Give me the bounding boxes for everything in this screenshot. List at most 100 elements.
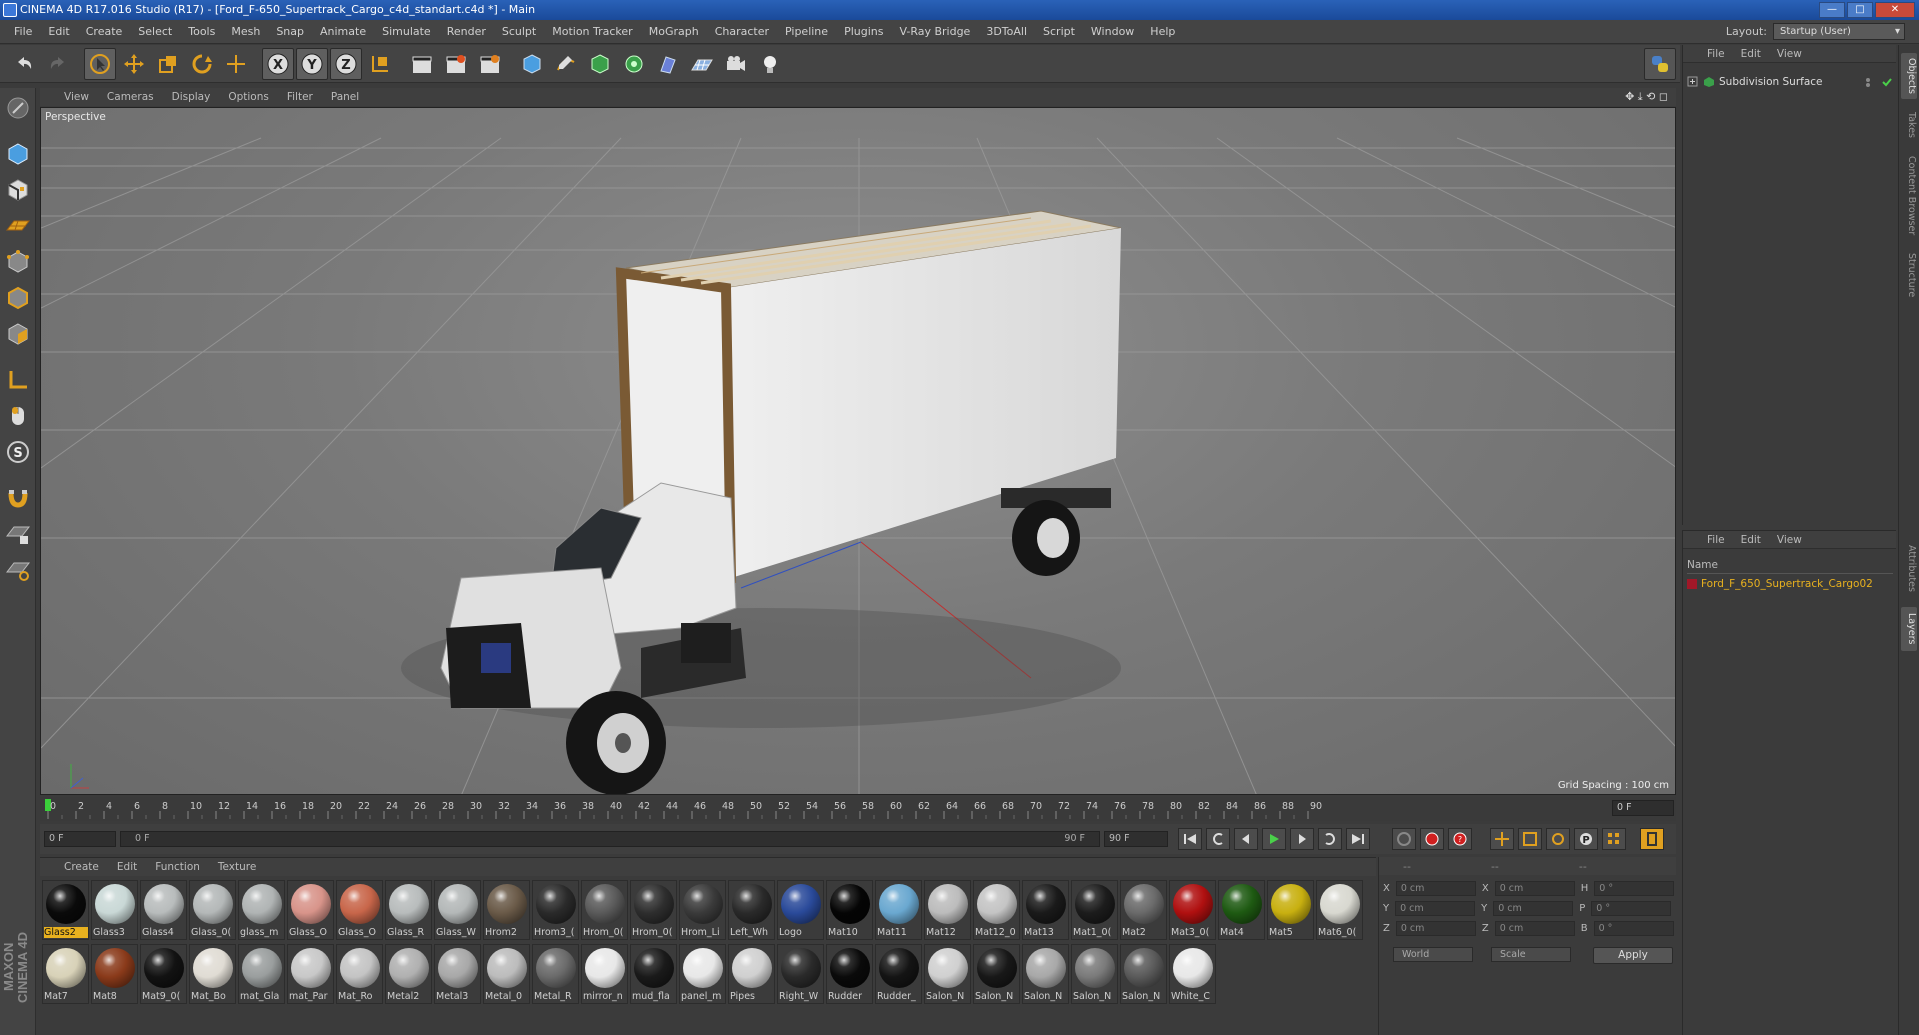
menu-simulate[interactable]: Simulate (374, 25, 439, 38)
menu-vray-bridge[interactable]: V-Ray Bridge (891, 25, 978, 38)
camera-button[interactable] (720, 48, 752, 80)
material-swatch[interactable]: Metal_R (532, 944, 579, 1004)
timeline-ruler[interactable]: 0 2 4 6 8 10 12 14 16 18 20 22 24 26 28 30 32 34 36 38 40 42 4… (40, 797, 1676, 821)
move-tool-button[interactable] (118, 48, 150, 80)
menu-create[interactable]: Create (78, 25, 131, 38)
material-swatch[interactable]: Mat13 (1022, 880, 1069, 940)
material-swatch[interactable]: Mat6_0( (1316, 880, 1363, 940)
cube-button[interactable] (516, 48, 548, 80)
scale-tool-button[interactable] (152, 48, 184, 80)
material-menu-function[interactable]: Function (155, 861, 200, 873)
material-swatch[interactable]: Mat_Bo (189, 944, 236, 1004)
material-swatch[interactable]: glass_m (238, 880, 285, 940)
material-swatch[interactable]: Mat11 (875, 880, 922, 940)
layout-select[interactable]: Startup (User) (1773, 23, 1905, 40)
material-swatch[interactable]: Rudder (826, 944, 873, 1004)
menu-motion-tracker[interactable]: Motion Tracker (544, 25, 640, 38)
workplane-mode-button[interactable] (2, 210, 34, 242)
material-swatch[interactable]: Mat7 (42, 944, 89, 1004)
tab-attributes[interactable]: Attributes (1901, 535, 1917, 601)
material-swatch[interactable]: Hrom2 (483, 880, 530, 940)
expand-icon[interactable] (1687, 76, 1699, 88)
menu-mesh[interactable]: Mesh (223, 25, 268, 38)
object-menu-view[interactable]: View (1777, 48, 1802, 60)
maximize-button[interactable]: □ (1847, 2, 1873, 18)
material-swatch[interactable]: Glass_O (336, 880, 383, 940)
material-swatch[interactable]: White_C (1169, 944, 1216, 1004)
material-swatch[interactable]: Hrom_Li (679, 880, 726, 940)
world-select[interactable]: World (1393, 947, 1473, 962)
play-button[interactable] (1262, 828, 1286, 850)
layer-menu-file[interactable]: File (1707, 534, 1725, 546)
layer-menu-view[interactable]: View (1777, 534, 1802, 546)
menu-render[interactable]: Render (439, 25, 494, 38)
position-x-field[interactable]: 0 cm (1395, 881, 1476, 896)
material-swatch[interactable]: Rudder_ (875, 944, 922, 1004)
pen-spline-button[interactable] (550, 48, 582, 80)
next-frame-button[interactable] (1290, 828, 1314, 850)
material-swatch[interactable]: Left_Wh (728, 880, 775, 940)
menu-file[interactable]: File (6, 25, 40, 38)
material-swatch[interactable]: Glass4 (140, 880, 187, 940)
polygons-mode-button[interactable] (2, 318, 34, 350)
menu-mograph[interactable]: MoGraph (641, 25, 707, 38)
redo-button[interactable] (42, 48, 74, 80)
material-swatch[interactable]: mud_fla (630, 944, 677, 1004)
material-swatch[interactable]: Glass_R (385, 880, 432, 940)
go-to-end-button[interactable] (1346, 828, 1370, 850)
material-swatch[interactable]: mirror_n (581, 944, 628, 1004)
material-swatch[interactable]: Mat1_0( (1071, 880, 1118, 940)
planar-workplane-button[interactable] (2, 554, 34, 586)
material-menu-edit[interactable]: Edit (117, 861, 137, 873)
material-swatch[interactable]: Glass_0( (189, 880, 236, 940)
menu-tools[interactable]: Tools (180, 25, 223, 38)
material-swatch[interactable]: Mat_Ro (336, 944, 383, 1004)
material-swatch[interactable]: Glass2 (42, 880, 89, 940)
snap-mode-button[interactable]: S (2, 436, 34, 468)
menu-snap[interactable]: Snap (268, 25, 312, 38)
key-param-button[interactable]: P (1574, 828, 1598, 850)
menu-plugins[interactable]: Plugins (836, 25, 891, 38)
size-z-field[interactable]: 0 cm (1494, 921, 1575, 936)
material-swatch[interactable]: Logo (777, 880, 824, 940)
last-tool-button[interactable] (220, 48, 252, 80)
material-menu-texture[interactable]: Texture (218, 861, 256, 873)
close-button[interactable]: ✕ (1875, 2, 1915, 18)
menu-select[interactable]: Select (130, 25, 180, 38)
tweak-mode-button[interactable] (2, 400, 34, 432)
layer-row[interactable]: Ford_F_650_Supertrack_Cargo02 (1687, 576, 1895, 592)
material-swatch[interactable]: Salon_N (1022, 944, 1069, 1004)
previous-key-button[interactable] (1206, 828, 1230, 850)
material-swatch[interactable]: Salon_N (924, 944, 971, 1004)
render-view-button[interactable] (406, 48, 438, 80)
3d-viewport[interactable]: Perspective Grid Spacing : 100 cm (40, 107, 1676, 795)
viewport-menu-display[interactable]: Display (172, 91, 211, 103)
lock-workplane-button[interactable] (2, 518, 34, 550)
magnet-button[interactable] (2, 482, 34, 514)
render-settings-button[interactable] (474, 48, 506, 80)
material-swatch[interactable]: Mat3_0( (1169, 880, 1216, 940)
key-rotate-button[interactable] (1546, 828, 1570, 850)
go-to-start-button[interactable] (1178, 828, 1202, 850)
y-axis-button[interactable]: Y (296, 47, 328, 80)
material-swatch[interactable]: Mat12 (924, 880, 971, 940)
material-swatch[interactable]: Mat2 (1120, 880, 1167, 940)
cloner-button[interactable] (618, 48, 650, 80)
axis-mode-button[interactable] (2, 364, 34, 396)
tab-content-browser[interactable]: Content Browser (1901, 151, 1917, 241)
check-icon[interactable] (1881, 76, 1893, 88)
floor-button[interactable] (686, 48, 718, 80)
tab-objects[interactable]: Objects (1901, 53, 1917, 99)
points-mode-button[interactable] (2, 246, 34, 278)
next-key-button[interactable] (1318, 828, 1342, 850)
size-y-field[interactable]: 0 cm (1493, 901, 1574, 916)
material-swatch[interactable]: Mat9_0( (140, 944, 187, 1004)
material-swatch[interactable]: mat_Par (287, 944, 334, 1004)
menu-window[interactable]: Window (1083, 25, 1142, 38)
tab-takes[interactable]: Takes (1901, 105, 1917, 145)
menu-character[interactable]: Character (707, 25, 777, 38)
record-position-button[interactable] (1392, 828, 1416, 850)
viewport-menu-cameras[interactable]: Cameras (107, 91, 154, 103)
menu-script[interactable]: Script (1035, 25, 1083, 38)
visibility-dots-icon[interactable] (1865, 76, 1877, 88)
